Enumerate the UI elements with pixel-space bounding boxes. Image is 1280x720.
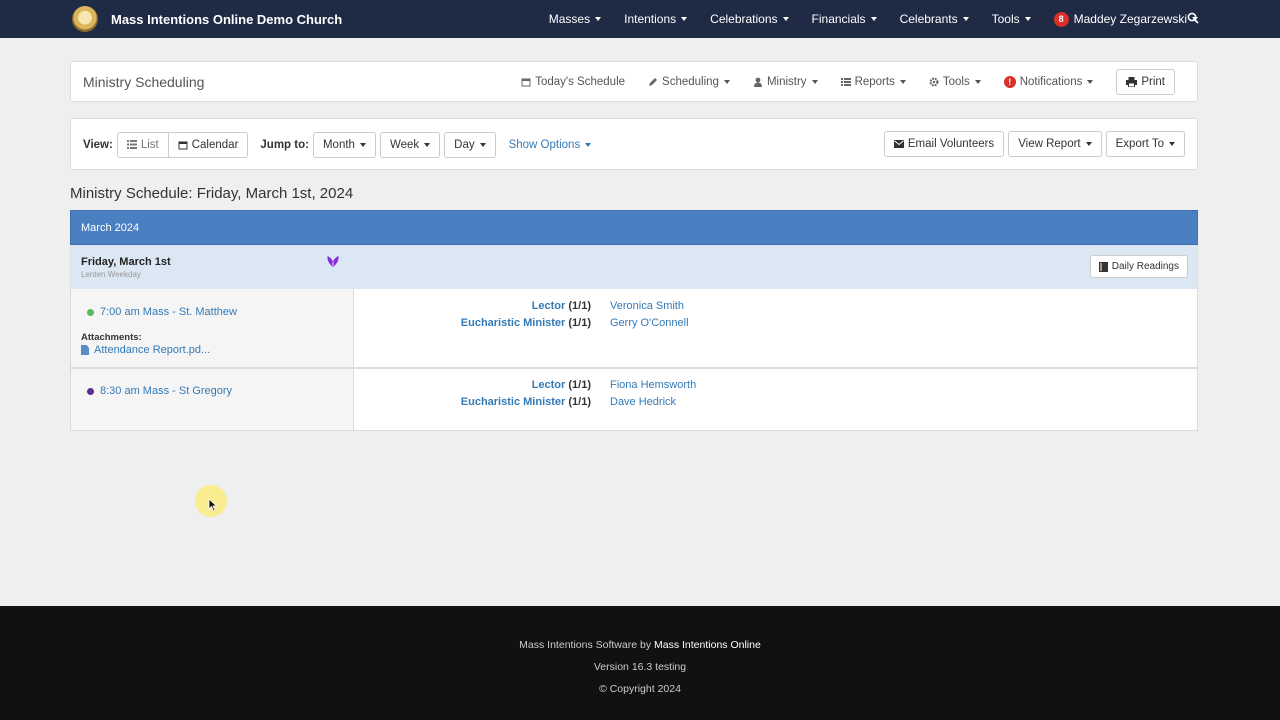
footer: Mass Intentions Software by Mass Intenti… bbox=[0, 606, 1280, 720]
week-dropdown[interactable]: Week bbox=[379, 131, 441, 158]
book-icon bbox=[1098, 261, 1108, 272]
mass-link[interactable]: 7:00 am Mass - St. Matthew bbox=[87, 306, 237, 318]
nav-masses[interactable]: Masses bbox=[549, 12, 602, 26]
calendar-view-button[interactable]: Calendar bbox=[168, 131, 249, 158]
attachment-link[interactable]: Attendance Report.pd... bbox=[81, 344, 210, 356]
caret-down-icon bbox=[723, 80, 730, 84]
scheduling-menu[interactable]: Scheduling bbox=[648, 76, 730, 88]
month-label: March 2024 bbox=[81, 222, 140, 234]
nav-tools[interactable]: Tools bbox=[992, 12, 1031, 26]
mass-row: 7:00 am Mass - St. Matthew Attachments: … bbox=[70, 289, 1198, 368]
caret-down-icon bbox=[1169, 142, 1175, 146]
caret-down-icon bbox=[359, 142, 366, 147]
status-dot-icon bbox=[87, 308, 94, 316]
role-label[interactable]: Lector (1/1) bbox=[532, 300, 591, 312]
notification-count-badge: 8 bbox=[1053, 11, 1069, 27]
status-dot-icon bbox=[87, 387, 94, 395]
export-to-dropdown[interactable]: Export To bbox=[1105, 131, 1185, 157]
day-dropdown[interactable]: Day bbox=[444, 131, 496, 158]
mouse-pointer-icon bbox=[208, 498, 218, 512]
caret-down-icon bbox=[681, 17, 688, 21]
view-report-dropdown[interactable]: View Report bbox=[1008, 131, 1102, 157]
church-logo-icon bbox=[72, 6, 98, 32]
nav-celebrations[interactable]: Celebrations bbox=[710, 12, 789, 26]
footer-brand-link[interactable]: Mass Intentions Online bbox=[654, 639, 761, 651]
search-icon[interactable] bbox=[1187, 12, 1199, 24]
view-toolbar-panel: View: List Calendar Jump to: Month Week … bbox=[70, 118, 1198, 170]
caret-down-icon bbox=[1024, 17, 1031, 21]
caret-down-icon bbox=[782, 17, 789, 21]
day-header: Friday, March 1st Lenten Weekday Daily R… bbox=[70, 245, 1198, 289]
liturgical-day: Lenten Weekday bbox=[81, 270, 141, 279]
nav-financials[interactable]: Financials bbox=[812, 12, 877, 26]
footer-copyright: © Copyright 2024 bbox=[599, 683, 681, 695]
caret-down-icon bbox=[1085, 142, 1092, 146]
caret-down-icon bbox=[585, 142, 592, 147]
ministry-menu[interactable]: Ministry bbox=[753, 76, 818, 88]
caret-down-icon bbox=[870, 17, 877, 21]
alert-icon: ! bbox=[1003, 76, 1016, 88]
caret-down-icon bbox=[962, 17, 969, 21]
jump-to-label: Jump to: bbox=[260, 138, 309, 151]
show-options-link[interactable]: Show Options bbox=[509, 139, 592, 151]
nav-user-menu[interactable]: 8 Maddey Zegarzewski bbox=[1053, 11, 1198, 27]
month-dropdown[interactable]: Month bbox=[312, 131, 376, 158]
nav-celebrants[interactable]: Celebrants bbox=[900, 12, 969, 26]
footer-credit: Mass Intentions Software by Mass Intenti… bbox=[519, 639, 761, 651]
tools-menu[interactable]: Tools bbox=[929, 76, 981, 88]
daily-readings-button[interactable]: Daily Readings bbox=[1089, 255, 1188, 278]
caret-down-icon bbox=[1087, 80, 1094, 84]
caret-down-icon bbox=[811, 80, 818, 84]
mass-row: 8:30 am Mass - St Gregory Lector (1/1) F… bbox=[70, 368, 1198, 431]
list-icon bbox=[126, 140, 137, 149]
pencil-icon bbox=[649, 78, 658, 86]
print-button[interactable]: Print bbox=[1116, 69, 1175, 95]
caret-down-icon bbox=[595, 17, 602, 21]
caret-down-icon bbox=[899, 80, 906, 84]
page-title: Ministry Scheduling bbox=[83, 74, 205, 90]
role-label[interactable]: Eucharistic Minister (1/1) bbox=[461, 396, 591, 408]
page-header-panel: Ministry Scheduling Today's Schedule Sch… bbox=[70, 61, 1198, 102]
mass-info-cell: 7:00 am Mass - St. Matthew Attachments: … bbox=[71, 289, 354, 367]
printer-icon bbox=[1126, 77, 1138, 87]
volunteer-link[interactable]: Fiona Hemsworth bbox=[610, 379, 696, 391]
schedule-title: Ministry Schedule: Friday, March 1st, 20… bbox=[70, 185, 354, 202]
list-view-button[interactable]: List bbox=[116, 131, 169, 158]
brand-name: Mass Intentions Online Demo Church bbox=[111, 11, 343, 27]
caret-down-icon bbox=[424, 142, 431, 147]
user-name: Maddey Zegarzewski bbox=[1073, 12, 1187, 26]
liturgical-color-icon bbox=[327, 256, 339, 267]
day-name: Friday, March 1st bbox=[81, 256, 171, 268]
envelope-icon bbox=[893, 140, 904, 148]
calendar-icon bbox=[521, 78, 531, 87]
calendar-icon bbox=[178, 141, 188, 149]
volunteer-link[interactable]: Gerry O'Connell bbox=[610, 317, 689, 329]
top-navbar: Mass Intentions Online Demo Church Masse… bbox=[0, 0, 1280, 38]
caret-down-icon bbox=[479, 142, 486, 147]
attachments-label: Attachments: bbox=[81, 332, 142, 343]
volunteer-link[interactable]: Dave Hedrick bbox=[610, 396, 676, 408]
file-icon bbox=[81, 345, 89, 355]
mass-link[interactable]: 8:30 am Mass - St Gregory bbox=[87, 385, 232, 397]
reports-menu[interactable]: Reports bbox=[840, 76, 906, 88]
role-label[interactable]: Eucharistic Minister (1/1) bbox=[461, 317, 591, 329]
gear-icon bbox=[929, 77, 939, 87]
user-icon bbox=[753, 77, 762, 87]
caret-down-icon bbox=[974, 80, 981, 84]
brand[interactable]: Mass Intentions Online Demo Church bbox=[72, 5, 342, 33]
list-icon bbox=[840, 78, 851, 86]
email-volunteers-button[interactable]: Email Volunteers bbox=[883, 131, 1005, 157]
todays-schedule-link[interactable]: Today's Schedule bbox=[521, 76, 625, 88]
volunteer-link[interactable]: Veronica Smith bbox=[610, 300, 684, 312]
month-header: March 2024 bbox=[70, 210, 1198, 245]
view-label: View: bbox=[83, 138, 113, 151]
notifications-menu[interactable]: ! Notifications bbox=[1003, 76, 1094, 88]
role-label[interactable]: Lector (1/1) bbox=[532, 379, 591, 391]
nav-intentions[interactable]: Intentions bbox=[624, 12, 688, 26]
footer-version: Version 16.3 testing bbox=[593, 661, 687, 673]
mass-info-cell: 8:30 am Mass - St Gregory bbox=[71, 369, 354, 430]
